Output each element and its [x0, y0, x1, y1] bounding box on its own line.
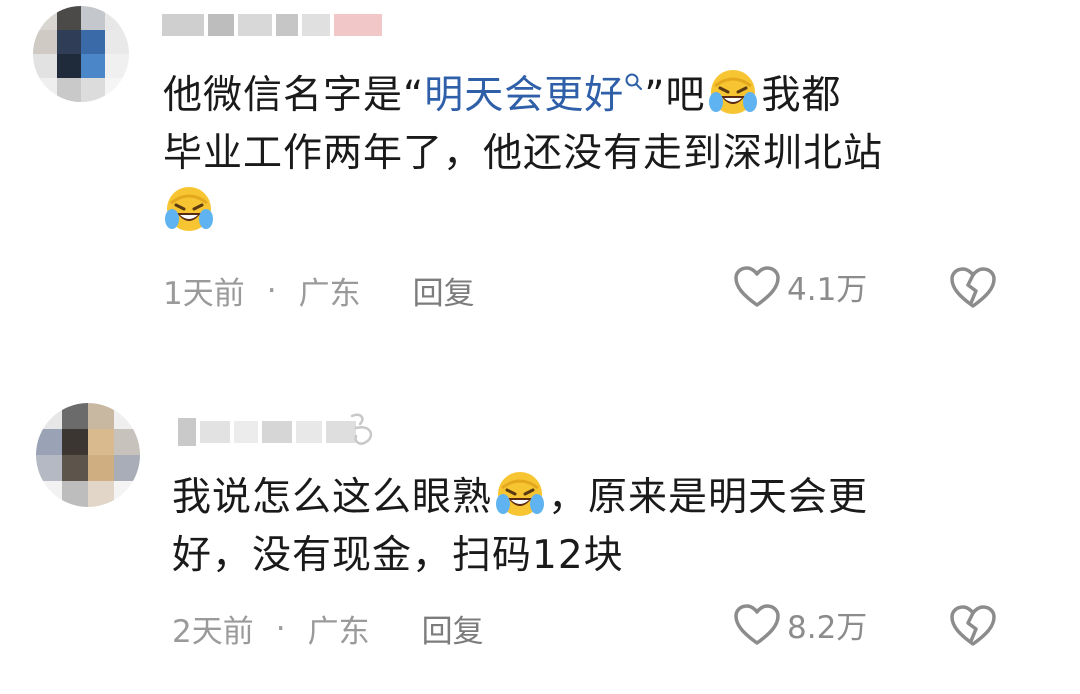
broken-heart-icon[interactable]: [949, 266, 997, 310]
meta-separator: ·: [275, 610, 286, 647]
username-blurred[interactable]: [178, 418, 356, 446]
comment-meta: 2天前 · 广东 回复: [172, 606, 484, 651]
comment-body: 我说怎么这么眼熟 ，原来是明天会更 好，没有现金，扫码12块: [172, 468, 1052, 585]
magnifier-icon: [625, 73, 643, 90]
laughing-crying-emoji-icon: [707, 66, 759, 118]
username-blurred[interactable]: [162, 14, 382, 36]
verify-badge-icon: [350, 413, 373, 445]
reply-button[interactable]: 回复: [413, 268, 475, 313]
avatar[interactable]: [36, 403, 140, 507]
comment-meta: 1天前 · 广东 回复: [163, 268, 475, 313]
laughing-crying-emoji-icon: [163, 183, 215, 235]
like-count: 8.2万: [787, 610, 868, 646]
like-button[interactable]: 4.1万: [733, 264, 867, 309]
heart-outline-icon: [733, 265, 781, 309]
laughing-crying-emoji-icon: [494, 468, 546, 520]
comment-location: 广东: [307, 614, 370, 650]
like-button[interactable]: 8.2万: [733, 602, 867, 647]
search-link[interactable]: 明天会更好: [424, 73, 644, 118]
broken-heart-icon[interactable]: [949, 604, 997, 648]
comment-body: 他微信名字是“明天会更好 ”吧 我都 毕业工作两年了，他还没有走到深圳北站: [163, 66, 1043, 242]
reply-button[interactable]: 回复: [422, 606, 484, 651]
meta-separator: ·: [266, 272, 277, 309]
comment-time: 2天前: [172, 614, 254, 650]
avatar[interactable]: [33, 6, 129, 102]
comment-location: 广东: [298, 276, 361, 312]
heart-outline-icon: [733, 603, 781, 647]
comment-time: 1天前: [163, 276, 245, 312]
like-count: 4.1万: [787, 272, 868, 308]
